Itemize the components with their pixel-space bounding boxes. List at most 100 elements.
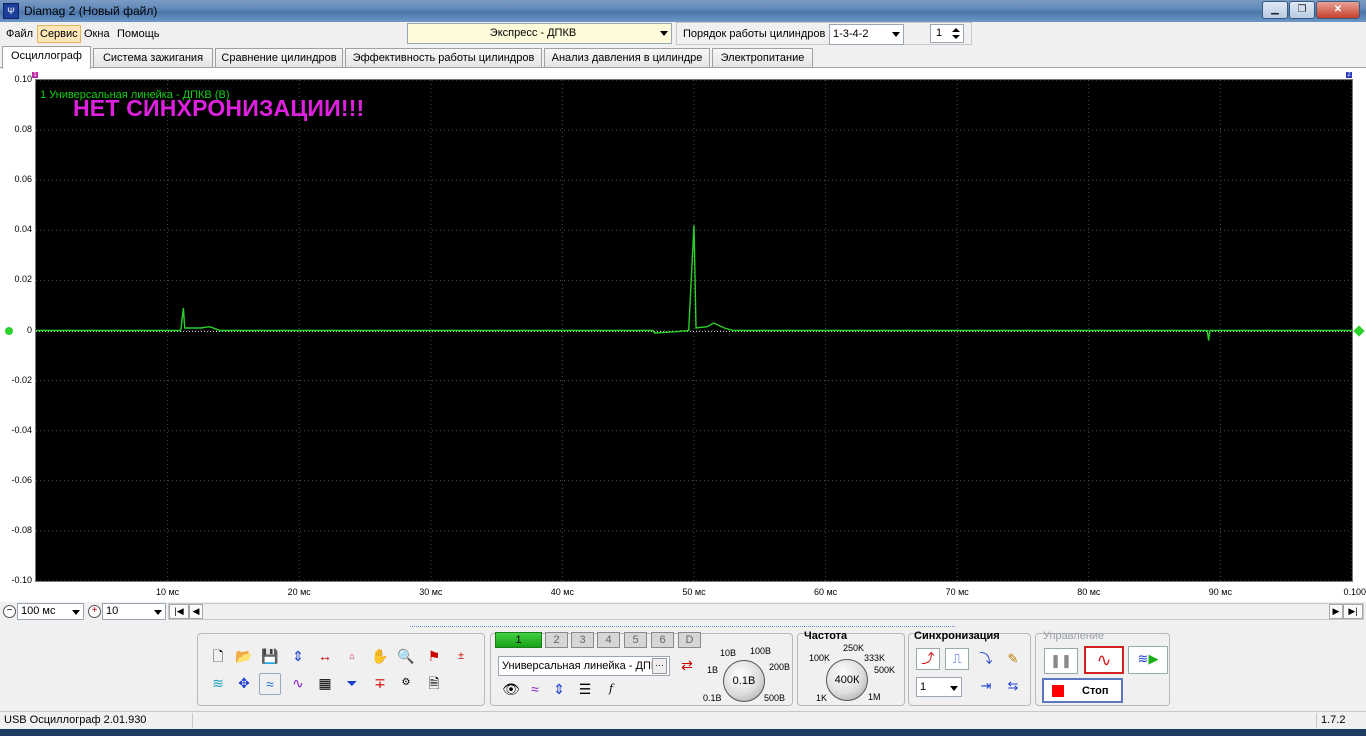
sync-rising-edge-icon[interactable]: ⤴: [916, 648, 940, 670]
stop-button[interactable]: Стоп: [1042, 678, 1123, 703]
zoom-in-icon[interactable]: +: [88, 605, 101, 618]
tab-cylinder-efficiency[interactable]: Эффективность работы цилиндров: [345, 48, 542, 68]
eye-icon[interactable]: 👁: [500, 679, 522, 701]
open-file-icon[interactable]: 📂: [233, 646, 255, 668]
function-icon[interactable]: f: [600, 679, 622, 701]
lines-icon[interactable]: ☰: [574, 679, 596, 701]
channel-button-2[interactable]: 2: [545, 632, 568, 648]
hand-pan-icon[interactable]: ✋: [369, 646, 391, 668]
freq-label-1k: 1K: [816, 693, 828, 703]
cursor-marker-2[interactable]: 2: [1346, 72, 1352, 78]
vertical-shift-icon[interactable]: ⇕: [548, 679, 570, 701]
pause-icon[interactable]: ❚❚: [1044, 648, 1078, 674]
report-icon[interactable]: 🗎: [423, 673, 445, 695]
frequency-title: Частота: [804, 630, 848, 642]
tab-ignition-system[interactable]: Система зажигания: [93, 48, 213, 68]
auto-settings-icon[interactable]: ⚙: [395, 673, 417, 695]
y-tick-label: 0.08: [14, 124, 32, 135]
tab-power-supply[interactable]: Электропитание: [712, 48, 813, 68]
scroll-left-icon[interactable]: ◀: [189, 604, 203, 619]
version-status: 1.7.2: [1316, 713, 1364, 728]
title-bar: Ψ Diamag 2 (Новый файл) ▁ ❐ ✕: [0, 0, 1366, 22]
zoom-magnifier-icon[interactable]: 🔍: [395, 646, 417, 668]
menu-file[interactable]: Файл: [4, 26, 35, 44]
flag-marker-icon[interactable]: ⚑: [423, 646, 445, 668]
oscilloscope-plot[interactable]: [35, 79, 1353, 582]
menu-service[interactable]: Сервис: [37, 25, 81, 43]
channel-button-d[interactable]: D: [678, 632, 701, 648]
tab-cylinder-comparison[interactable]: Сравнение цилиндров: [215, 48, 343, 68]
waves-overlay-icon[interactable]: ≈: [259, 673, 281, 695]
sync-position-center-icon[interactable]: ⇆: [1001, 675, 1025, 697]
table-icon[interactable]: ▦: [314, 673, 336, 695]
voltage-label-10v: 10В: [720, 648, 737, 658]
swap-channel-icon[interactable]: ⇄: [676, 655, 698, 677]
x-tick-label: 40 мс: [550, 587, 574, 597]
channel-button-6[interactable]: 6: [651, 632, 674, 648]
tab-oscilloscope[interactable]: Осциллограф: [2, 46, 91, 69]
scroll-right-icon[interactable]: ▶: [1329, 604, 1343, 619]
channel-button-4[interactable]: 4: [597, 632, 620, 648]
maximize-button[interactable]: ❐: [1289, 1, 1315, 19]
scroll-start-icon[interactable]: |◀: [169, 604, 189, 619]
chevron-down-icon: [72, 610, 80, 615]
separator-icon[interactable]: ∓: [369, 673, 391, 695]
sync-channel-select[interactable]: 1: [916, 677, 962, 697]
stack-channels-icon[interactable]: ≋: [207, 673, 229, 695]
x-tick-label: 90 мс: [1208, 587, 1232, 597]
sync-step-up-icon[interactable]: ⎍: [945, 648, 969, 670]
stepper-up-icon[interactable]: [952, 28, 960, 32]
voltage-knob[interactable]: 0.1В: [723, 660, 765, 702]
cylinder-number-value: 1: [936, 27, 943, 39]
channel-source-select[interactable]: Универсальная линейка - ДПКВ (В) ···: [498, 656, 670, 676]
time-scrollbar[interactable]: |◀ ◀ ▶ ▶|: [168, 603, 1364, 620]
continuous-run-icon[interactable]: ≋▶: [1128, 646, 1168, 674]
zoom-select[interactable]: 10: [102, 603, 166, 620]
close-button[interactable]: ✕: [1316, 1, 1360, 19]
sync-position-left-icon[interactable]: ⇥: [974, 675, 998, 697]
autoscale-y-icon[interactable]: ⇕: [287, 646, 309, 668]
sync-auto-icon[interactable]: ✎: [1001, 648, 1025, 670]
menu-windows[interactable]: Окна: [82, 26, 112, 44]
freq-label-250k: 250K: [843, 643, 865, 653]
stepper-down-icon[interactable]: [952, 35, 960, 39]
cursor-marker-1[interactable]: 1: [32, 72, 38, 78]
voltage-label-100v: 100В: [750, 646, 772, 656]
tab-cylinder-pressure[interactable]: Анализ давления в цилиндре: [544, 48, 710, 68]
filter-icon[interactable]: ⏷: [341, 673, 363, 695]
single-wave-icon[interactable]: ∿: [1084, 646, 1124, 674]
invert-icon[interactable]: ≈: [524, 679, 546, 701]
expand-icon[interactable]: ✥: [233, 673, 255, 695]
panel-splitter[interactable]: [410, 621, 955, 627]
auto-icon[interactable]: ⌂: [341, 646, 363, 668]
x-tick-label: 0.100: [1343, 587, 1366, 597]
control-title: Управление: [1043, 630, 1105, 642]
minimize-button[interactable]: ▁: [1262, 1, 1288, 19]
more-options-icon[interactable]: ···: [652, 658, 667, 674]
zoom-out-icon[interactable]: −: [3, 605, 16, 618]
mode-select[interactable]: Экспресс - ДПКВ: [407, 23, 672, 44]
freq-label-500k: 500K: [874, 665, 896, 675]
zero-level-marker[interactable]: [5, 327, 13, 335]
freq-label-100k: 100K: [809, 653, 831, 663]
frequency-knob[interactable]: 400К: [826, 659, 868, 701]
status-bar: USB Осциллограф 2.01.930 1.7.2: [0, 711, 1366, 729]
scroll-end-icon[interactable]: ▶|: [1343, 604, 1363, 619]
cylinder-order-select[interactable]: 1-3-4-2: [829, 24, 904, 45]
waves-icon[interactable]: ∿: [287, 673, 309, 695]
save-icon[interactable]: 💾: [259, 646, 281, 668]
waveform-series-line: [36, 225, 1352, 341]
channel-button-1[interactable]: 1: [495, 632, 542, 648]
menu-help[interactable]: Помощь: [115, 26, 162, 44]
device-status: USB Осциллограф 2.01.930: [4, 714, 147, 726]
sync-channel-value: 1: [920, 681, 927, 693]
sync-step-down-icon[interactable]: ⤵: [974, 648, 998, 670]
autoscale-x-icon[interactable]: ↔: [314, 646, 336, 668]
y-tick-label: -0.10: [11, 575, 32, 585]
new-file-icon[interactable]: 🗋: [207, 646, 229, 668]
zero-offset-icon[interactable]: ±: [450, 646, 472, 668]
time-per-div-select[interactable]: 100 мс: [17, 603, 84, 620]
channel-button-5[interactable]: 5: [624, 632, 647, 648]
channel-button-3[interactable]: 3: [571, 632, 594, 648]
cylinder-number-stepper[interactable]: 1: [930, 24, 964, 43]
